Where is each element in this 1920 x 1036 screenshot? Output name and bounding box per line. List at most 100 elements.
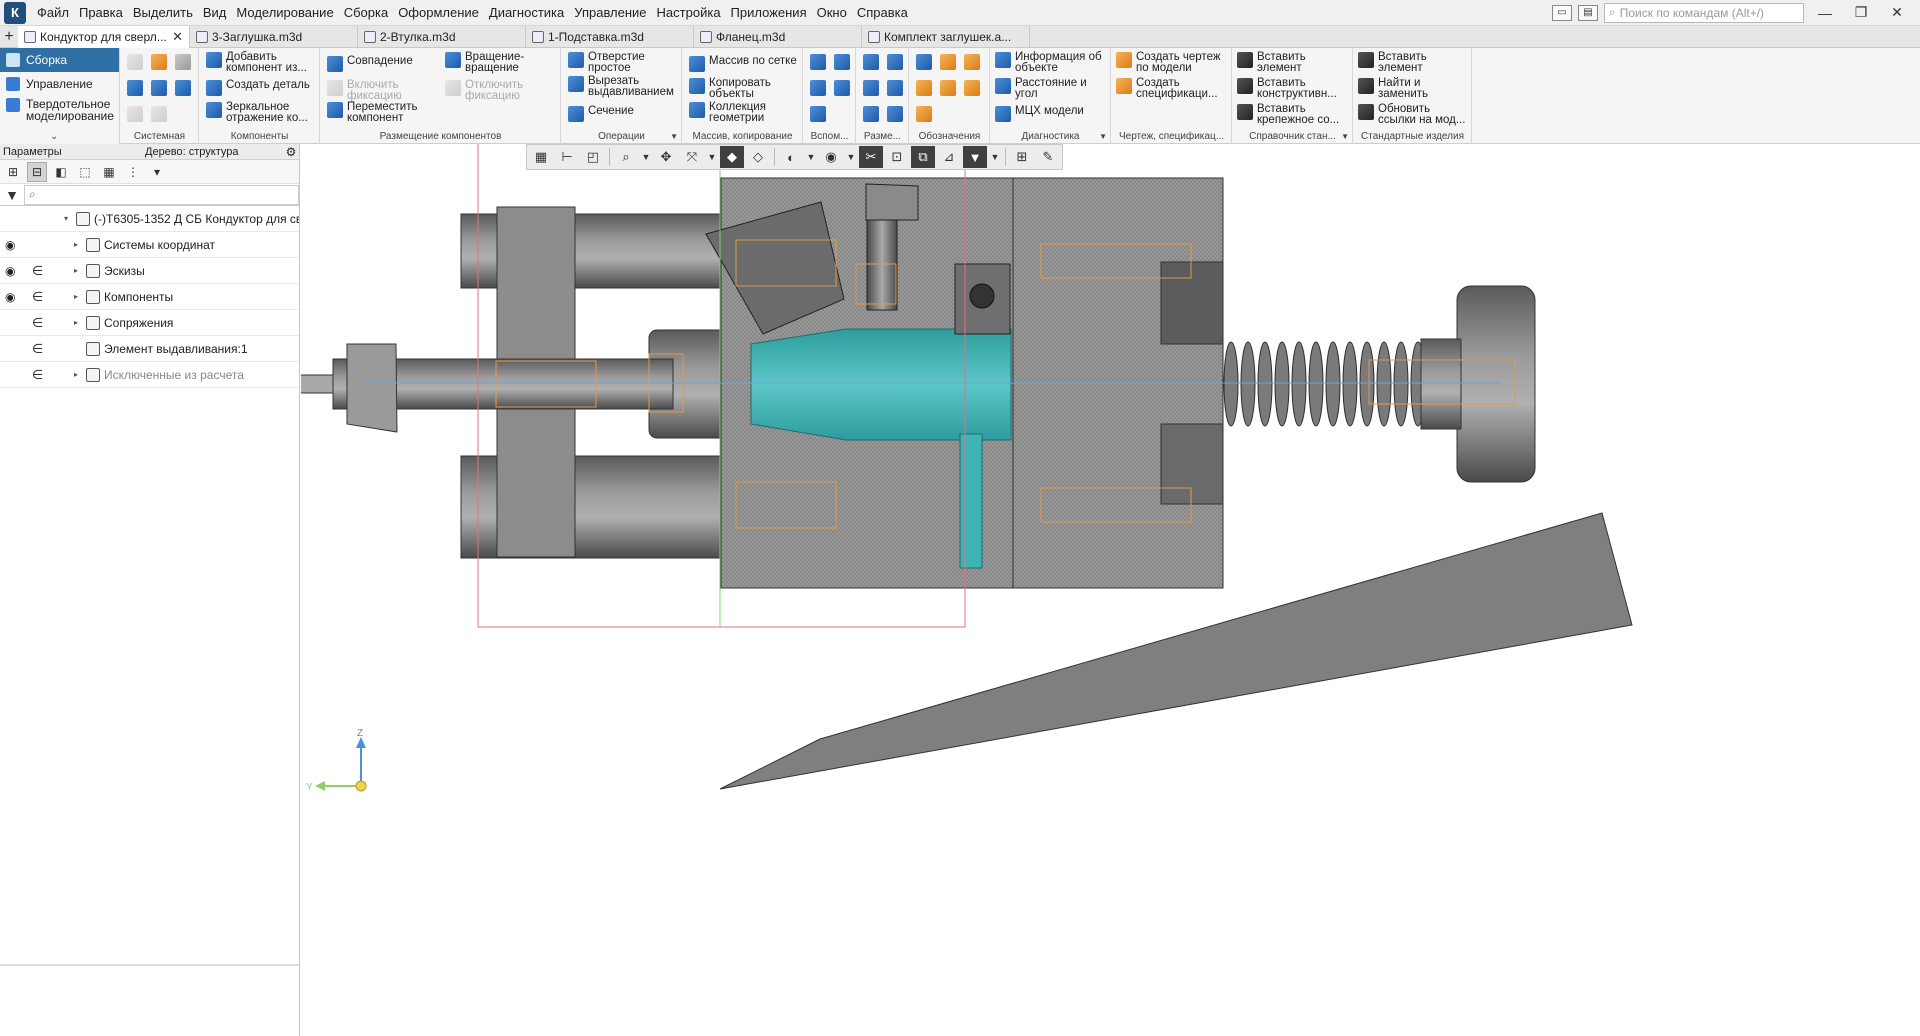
include-in-calc-icon[interactable]: ∈ [32,315,44,331]
mode-solid-modeling[interactable]: Твердотельное моделирование [0,96,119,126]
axis-icon[interactable] [834,54,850,70]
menu-edit[interactable]: Правка [74,0,128,26]
tree-view-mode-icon[interactable]: ⋮ [123,162,143,182]
tab-part-3[interactable]: 3-Заглушка.m3d [190,26,358,48]
diameter-dim-icon[interactable] [887,54,903,70]
include-in-calc-icon[interactable]: ∈ [32,367,44,383]
linear-dim-icon[interactable] [863,54,879,70]
chevron-down-icon[interactable]: ▼ [640,146,652,168]
match-button[interactable]: Совпадение [327,55,413,72]
tree-structure-icon[interactable]: ⊞ [3,162,23,182]
tab-flange[interactable]: Фланец.m3d [694,26,862,48]
new-tab-icon[interactable]: + [0,26,18,48]
insert-element-button[interactable]: Вставить элемент [1237,51,1306,74]
tab-part-2[interactable]: 2-Втулка.m3d [358,26,526,48]
redo-icon[interactable] [151,106,167,122]
tree-item[interactable]: ∈ Элемент выдавливания:1 [0,336,299,362]
create-spec-button[interactable]: Создать спецификаци... [1116,77,1218,100]
shaded-view-icon[interactable]: ◆ [720,146,744,168]
menu-view[interactable]: Вид [198,0,232,26]
save-disabled-icon[interactable] [175,54,191,70]
menu-management[interactable]: Управление [569,0,651,26]
rotate-button[interactable]: Вращение-вращение [445,51,524,74]
filter-icon[interactable]: ▼ [0,187,24,203]
geometry-collection-button[interactable]: Коллекция геометрии [689,101,766,124]
section-toggle-icon[interactable]: ✂ [859,146,883,168]
menu-assembly[interactable]: Сборка [339,0,394,26]
chevron-down-icon[interactable]: ▼ [1099,130,1107,144]
tab-plugs-set[interactable]: Комплект заглушек.a... [862,26,1030,48]
chevron-down-icon[interactable]: ▼ [670,130,678,144]
chevron-down-icon[interactable]: ⌄ [50,131,58,142]
knob-neck[interactable] [1420,338,1462,430]
menu-help[interactable]: Справка [852,0,913,26]
chevron-down-icon[interactable]: ▼ [845,146,857,168]
layout-icon[interactable]: ▭ [1552,4,1572,21]
tree-item[interactable]: ∈ ▸ Сопряжения [0,310,299,336]
hole-button[interactable]: Отверстие простое [568,51,645,74]
chevron-down-icon[interactable]: ▼ [989,146,1001,168]
chevron-right-icon[interactable]: ▸ [74,292,78,301]
chevron-down-icon[interactable]: ▼ [706,146,718,168]
snap-icon[interactable]: ⊢ [555,146,579,168]
clamp-screw[interactable] [866,219,898,311]
chevron-right-icon[interactable]: ▸ [74,266,78,275]
assembly-model[interactable]: Z Y [301,144,1920,1036]
chevron-down-icon[interactable]: ▼ [1341,130,1349,144]
pan-icon[interactable]: ✥ [654,146,678,168]
right-knob[interactable] [1456,285,1536,483]
angle-dim-icon[interactable] [863,80,879,96]
copy-objects-button[interactable]: Копировать объекты [689,77,771,100]
mass-properties-button[interactable]: МЦХ модели [995,105,1084,122]
enable-fix-button[interactable]: Включить фиксацию [327,79,402,102]
insert-fastener-button[interactable]: Вставить крепежное со... [1237,103,1339,126]
shaft-collet[interactable] [346,343,398,433]
orient-icon[interactable]: ⤧ [680,146,704,168]
disable-fix-button[interactable]: Отключить фиксацию [445,79,523,102]
update-links-button[interactable]: Обновить ссылки на мод... [1358,103,1465,126]
insert-construct-button[interactable]: Вставить конструктивн... [1237,77,1337,100]
tree-filter-icon[interactable]: ▦ [99,162,119,182]
select-filter-icon[interactable]: ⧉ [911,146,935,168]
plane-icon[interactable] [810,54,826,70]
tree-item[interactable]: ◉ ▸ Системы координат [0,232,299,258]
visibility-icon[interactable]: ◉ [819,146,843,168]
save-icon[interactable] [175,80,191,96]
measure-icon[interactable]: ⊞ [1010,146,1034,168]
add-component-button[interactable]: Добавить компонент из... [206,51,307,74]
3d-viewport[interactable]: Z Y ▦ ⊢ ◰ ⌕ ▼ ✥ ⤧ ▼ ◆ ◇ ◐ ▼ ◉ ▼ ✂ ⊡ ⧉ ⊿ … [301,144,1920,1036]
snapshot-icon[interactable]: ◰ [581,146,605,168]
eye-icon[interactable]: ◉ [5,264,21,278]
create-part-button[interactable]: Создать деталь [206,79,310,96]
grid-array-button[interactable]: Массив по сетке [689,55,797,72]
csys-icon[interactable] [834,80,850,96]
move-component-button[interactable]: Переместить компонент [327,101,417,124]
tab-tree-structure[interactable]: Дерево: структура [142,144,283,159]
gear-icon[interactable]: ⚙ [283,144,299,159]
menu-file[interactable]: Файл [32,0,74,26]
include-in-calc-icon[interactable]: ∈ [32,263,44,279]
tab-part-1[interactable]: 1-Подставка.m3d [526,26,694,48]
marking-icon[interactable] [916,106,932,122]
new-doc-icon[interactable] [127,54,143,70]
workpiece-section[interactable] [750,328,1012,441]
undo-icon[interactable] [127,106,143,122]
close-tab-icon[interactable]: ✕ [172,26,183,48]
insert-std-element-button[interactable]: Вставить элемент [1358,51,1427,74]
tree-components-icon[interactable]: ◧ [51,162,71,182]
position-icon[interactable] [940,80,956,96]
object-info-button[interactable]: Информация об объекте [995,51,1102,74]
menu-apps[interactable]: Приложения [726,0,812,26]
menu-diagnostics[interactable]: Диагностика [484,0,569,26]
distance-angle-button[interactable]: Расстояние и угол [995,77,1087,100]
menu-window[interactable]: Окно [812,0,852,26]
clamp-screw-head[interactable] [865,183,919,221]
radial-dim-icon[interactable] [887,80,903,96]
close-window-icon[interactable]: ✕ [1882,4,1912,21]
chevron-down-icon[interactable]: ▾ [64,214,68,223]
create-drawing-button[interactable]: Создать чертеж по модели [1116,51,1221,74]
right-block-pocket[interactable] [1160,261,1224,345]
tolerance-icon[interactable] [916,80,932,96]
section-button[interactable]: Сечение [568,105,634,122]
roughness-icon[interactable] [940,54,956,70]
